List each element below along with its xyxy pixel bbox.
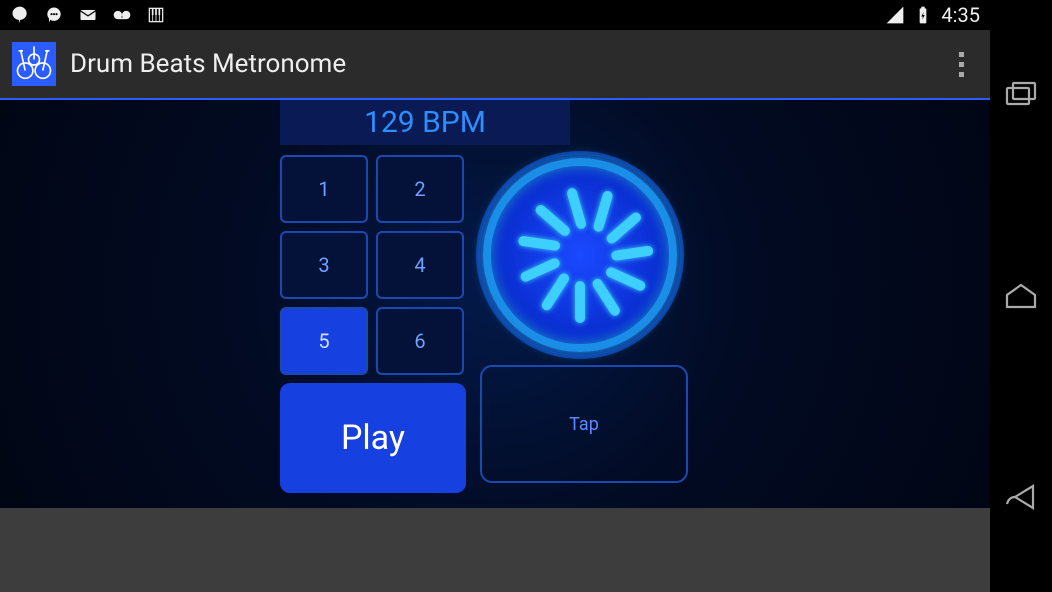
chat-icon [44,5,64,25]
device-bezel-bottom [0,508,990,592]
hangouts-icon [10,5,30,25]
status-time: 4:35 [941,3,980,27]
bpm-display: 129 BPM [280,100,570,145]
play-button[interactable]: Play [280,383,466,493]
battery-charging-icon [913,5,933,25]
overflow-menu-button[interactable] [948,52,978,77]
voicemail-icon [112,5,132,25]
beat-button-3[interactable]: 3 [280,231,368,299]
beat-button-1[interactable]: 1 [280,155,368,223]
app-body: 129 BPM 1 2 3 4 5 6 Play Tap [0,98,990,508]
status-bar: 4:35 [0,0,990,30]
status-left-icons [10,5,166,25]
back-button[interactable] [1003,482,1039,512]
beat-button-4[interactable]: 4 [376,231,464,299]
signal-icon [885,5,905,25]
system-nav-bar [990,0,1052,592]
dial-ticks [480,155,680,355]
action-bar: Drum Beats Metronome [0,30,990,98]
status-right: 4:35 [885,3,980,27]
mail-icon [78,5,98,25]
app-title: Drum Beats Metronome [70,49,346,79]
device-screen: 4:35 Drum Beats Metronome 129 BPM 1 2 3 … [0,0,990,592]
home-button[interactable] [1003,281,1039,311]
right-controls: Tap [480,155,688,483]
beat-button-2[interactable]: 2 [376,155,464,223]
beat-button-6[interactable]: 6 [376,307,464,375]
tempo-dial[interactable] [480,155,680,355]
beat-button-5[interactable]: 5 [280,307,368,375]
piano-icon [146,5,166,25]
tap-button[interactable]: Tap [480,365,688,483]
recents-button[interactable] [1003,80,1039,110]
app-icon [12,42,56,86]
